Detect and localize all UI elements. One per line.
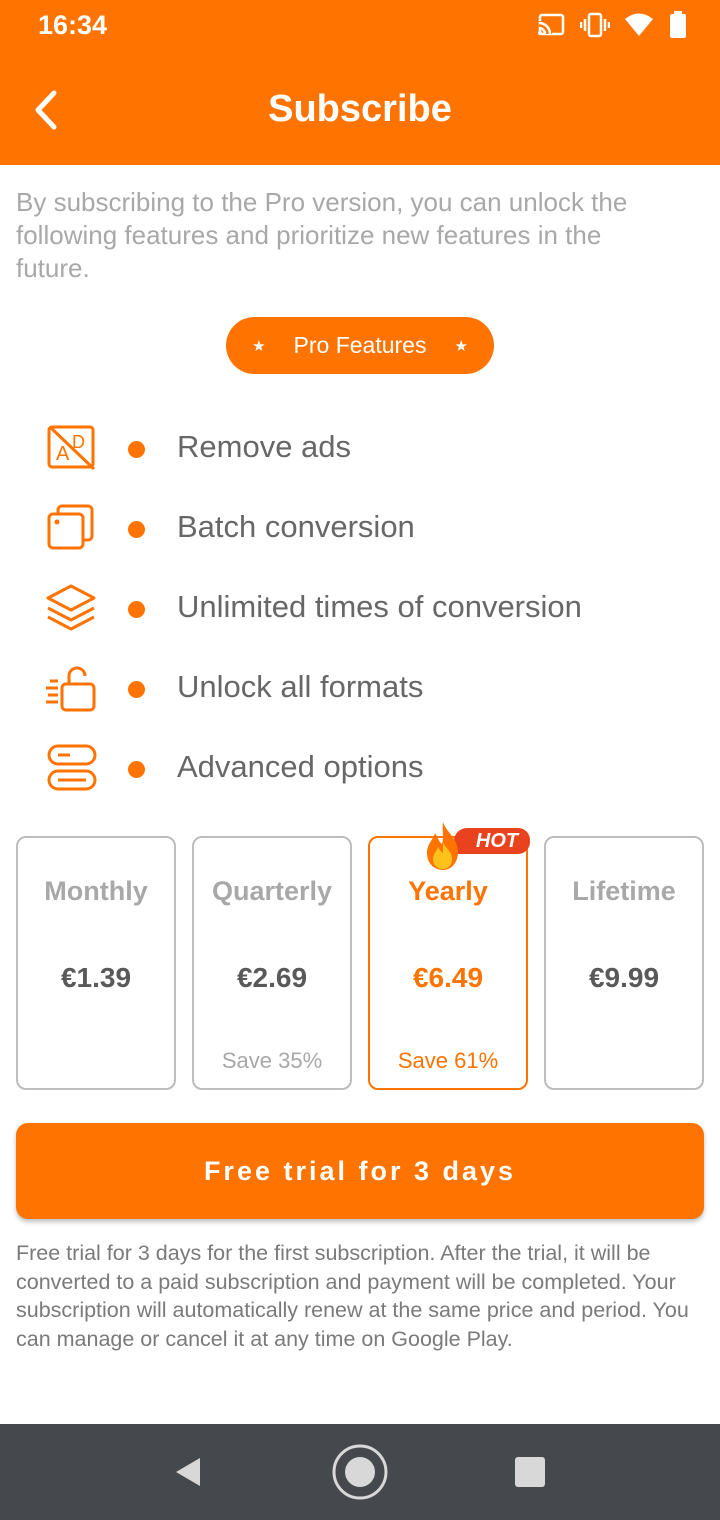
plan-name: Quarterly — [211, 876, 333, 906]
feature-label: Remove ads — [177, 429, 352, 464]
unlock-icon — [46, 666, 96, 712]
vibrate-icon — [579, 10, 611, 40]
toggle-options-icon — [47, 744, 97, 791]
battery-icon — [668, 10, 688, 40]
plan-card-monthly[interactable]: Monthly €1.39 — [16, 836, 176, 1090]
plan-price: €9.99 — [588, 962, 660, 993]
feature-item: Advanced options — [44, 728, 684, 808]
intro-text: By subscribing to the Pro version, you c… — [16, 187, 628, 283]
plan-price: €6.49 — [412, 962, 484, 993]
plan-card-lifetime[interactable]: Lifetime €9.99 — [544, 836, 704, 1090]
feature-item: Unlock all formats — [44, 648, 684, 728]
bullet-dot — [128, 521, 145, 538]
plan-save: Save 61% — [397, 1048, 499, 1073]
wifi-icon — [624, 10, 654, 40]
bullet-dot — [128, 441, 145, 458]
nav-back-button[interactable] — [158, 1442, 218, 1502]
star-icon: ★ — [454, 337, 468, 355]
bullet-dot — [128, 681, 145, 698]
bullet-dot — [128, 761, 145, 778]
layers-icon — [46, 584, 96, 631]
nav-recents-icon — [515, 1457, 545, 1487]
plan-selector: Monthly €1.39 Quarterly €2.69 Save 35% Y… — [16, 822, 704, 1090]
batch-conversion-icon — [47, 504, 94, 550]
bullet-dot — [128, 601, 145, 618]
plan-card-quarterly[interactable]: Quarterly €2.69 Save 35% — [192, 836, 352, 1090]
app-header: 16:34 Subscribe — [0, 0, 720, 165]
flame-icon — [427, 822, 458, 870]
feature-label: Batch conversion — [177, 509, 415, 544]
plan-save: Save 35% — [221, 1048, 323, 1073]
system-nav-bar — [0, 1424, 720, 1520]
plan-price: €1.39 — [60, 962, 132, 993]
nav-home-icon — [332, 1444, 388, 1500]
plan-card-yearly[interactable]: Yearly €6.49 Save 61% HOT — [368, 822, 530, 1090]
free-trial-button[interactable]: Free trial for 3 days — [16, 1123, 704, 1219]
plan-price: €2.69 — [236, 962, 308, 993]
hot-label: HOT — [454, 828, 530, 854]
star-icon: ★ — [252, 337, 266, 355]
hot-badge: HOT — [422, 820, 530, 872]
plan-name: Yearly — [408, 876, 488, 906]
pro-features-pill: ★ Pro Features ★ — [226, 317, 494, 374]
cast-icon — [536, 10, 566, 40]
feature-item: Unlimited times of conversion — [44, 568, 684, 648]
plan-name: Lifetime — [572, 876, 676, 906]
feature-list: AD Remove ads Batch conversion Unlimited… — [44, 408, 684, 808]
status-time: 16:34 — [38, 10, 108, 40]
pro-features-label: Pro Features — [293, 332, 427, 358]
feature-label: Unlimited times of conversion — [177, 589, 582, 624]
nav-back-icon — [176, 1458, 200, 1486]
status-icons — [536, 10, 688, 40]
feature-item: AD Remove ads — [44, 408, 684, 488]
remove-ads-icon: AD — [47, 425, 96, 471]
page-title: Subscribe — [268, 88, 452, 130]
plan-name: Monthly — [44, 876, 148, 906]
feature-item: Batch conversion — [44, 488, 684, 568]
svg-text:A: A — [56, 443, 70, 465]
nav-recents-button[interactable] — [500, 1442, 560, 1502]
nav-home-button[interactable] — [330, 1442, 390, 1502]
feature-label: Unlock all formats — [177, 669, 424, 704]
feature-label: Advanced options — [177, 749, 424, 784]
terms-text: Free trial for 3 days for the first subs… — [16, 1241, 689, 1351]
